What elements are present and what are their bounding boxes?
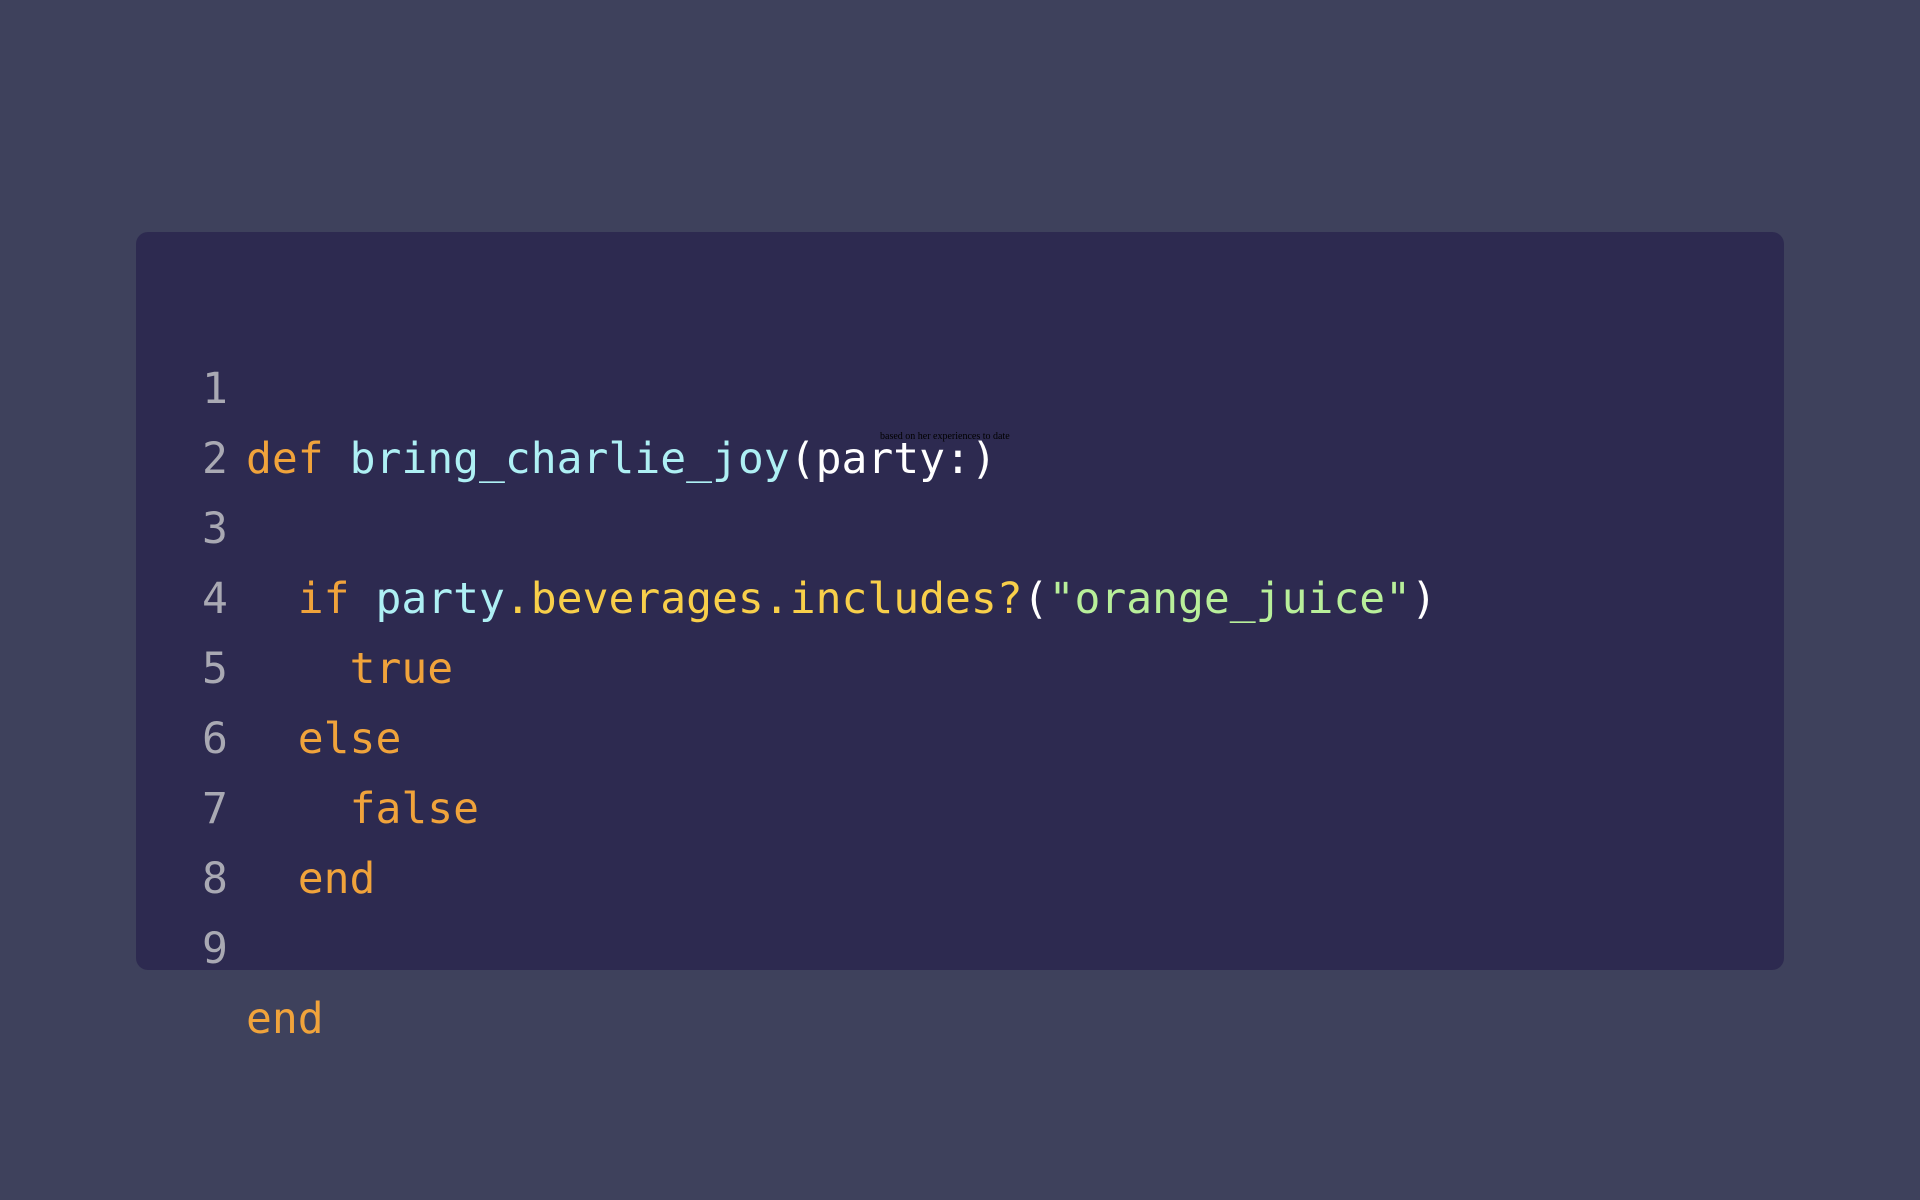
code-line-7: 7 end xyxy=(0,704,375,904)
close-paren: ) xyxy=(1411,574,1437,624)
keyword-def: def xyxy=(246,434,324,484)
line-content: else xyxy=(246,704,402,774)
open-paren: ( xyxy=(1022,574,1049,624)
keyword-true: true xyxy=(349,644,454,694)
keyword-end: end xyxy=(297,854,376,904)
function-name: bring_charlie_joy xyxy=(349,434,790,484)
line-number: 4 xyxy=(202,574,228,624)
line-number: 2 xyxy=(202,434,228,484)
code-line-6: 6 false xyxy=(0,634,479,834)
code-line-1: 1 def bring_charlie_joy(party:) xyxy=(0,284,997,484)
code-line-8: 8 xyxy=(0,774,228,904)
line-number: 1 xyxy=(202,364,228,414)
code-line-2: 2 xyxy=(0,354,228,484)
string-literal: "orange_juice" xyxy=(1048,574,1412,624)
line-number: 6 xyxy=(202,714,228,764)
line-number: 7 xyxy=(202,784,228,834)
method-name: beverages xyxy=(530,574,764,624)
object-name: party xyxy=(375,574,505,624)
line-number: 5 xyxy=(202,644,228,694)
keyword-else: else xyxy=(297,714,402,764)
method-name: includes? xyxy=(789,574,1023,624)
code-line-9: 9 end xyxy=(0,844,324,1044)
line-content: false xyxy=(246,774,479,844)
line-content: end xyxy=(246,984,324,1054)
dot: . xyxy=(504,574,531,624)
line-content: true xyxy=(246,634,454,704)
line-content: end xyxy=(246,844,376,914)
code-line-5: 5 else xyxy=(0,564,401,764)
tooltip-text: based on her experiences to date xyxy=(880,431,1010,442)
code-line-3: 3 if party.beverages.includes?("orange_j… xyxy=(0,424,1437,624)
keyword-end: end xyxy=(246,994,324,1044)
code-line-4: 4 true xyxy=(0,494,453,694)
line-number: 8 xyxy=(202,854,228,904)
dot: . xyxy=(763,574,790,624)
line-number: 3 xyxy=(202,504,228,554)
open-paren: ( xyxy=(789,434,816,484)
line-content: if party.beverages.includes?("orange_jui… xyxy=(246,564,1437,634)
keyword-false: false xyxy=(349,784,480,834)
line-number: 9 xyxy=(202,924,228,974)
keyword-if: if xyxy=(297,574,350,624)
